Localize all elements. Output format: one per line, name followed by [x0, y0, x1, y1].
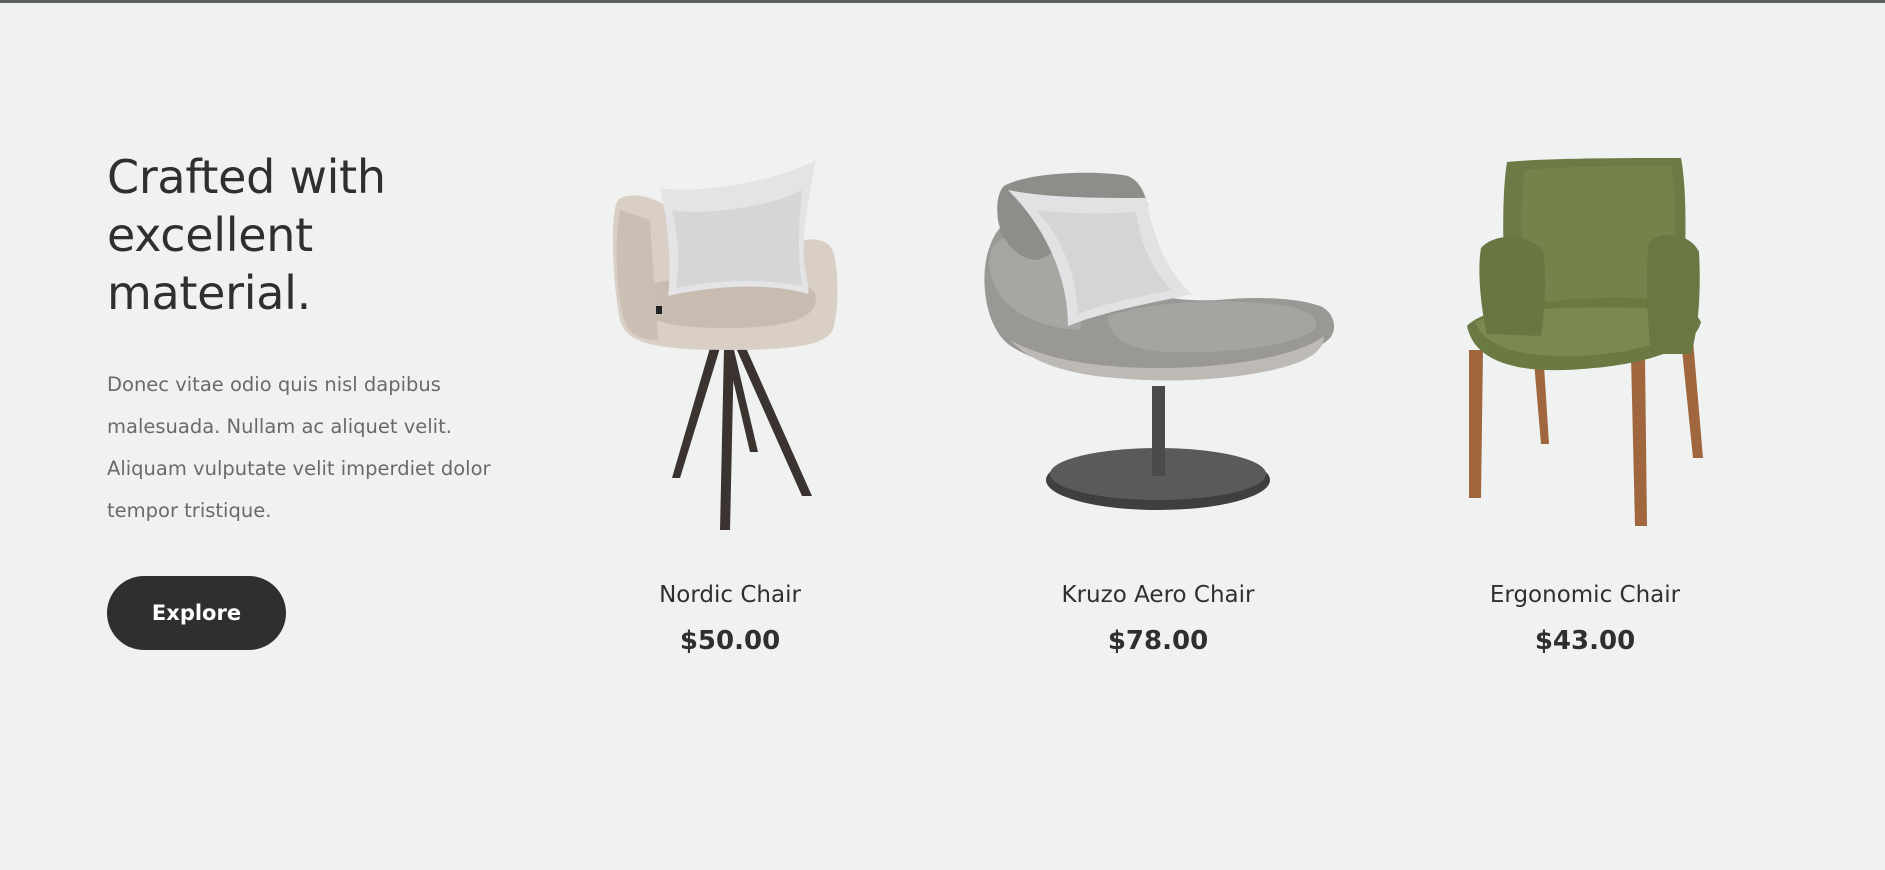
ergonomic-chair-image	[1467, 158, 1703, 526]
kruzo-aero-chair-image	[984, 172, 1335, 510]
product-card-ergonomic-chair[interactable]: Ergonomic Chair $43.00	[1395, 150, 1775, 670]
intro-block: Crafted with excellent material. Donec v…	[107, 148, 507, 650]
product-card-kruzo-aero-chair[interactable]: Kruzo Aero Chair $78.00	[968, 150, 1348, 670]
section-heading: Crafted with excellent material.	[107, 150, 386, 320]
nordic-chair-image	[612, 160, 838, 530]
explore-button[interactable]: Explore	[107, 576, 286, 650]
product-price: $50.00	[679, 626, 781, 656]
product-price: $78.00	[1107, 626, 1209, 656]
product-name: Ergonomic Chair	[1489, 582, 1681, 608]
product-card-nordic-chair[interactable]: Nordic Chair $50.00	[540, 150, 920, 670]
product-price: $43.00	[1534, 626, 1636, 656]
product-name: Nordic Chair	[659, 582, 801, 608]
product-name: Kruzo Aero Chair	[1061, 582, 1255, 608]
section-description: Donec vitae odio quis nisl dapibus males…	[107, 373, 491, 522]
top-divider	[0, 0, 1885, 3]
